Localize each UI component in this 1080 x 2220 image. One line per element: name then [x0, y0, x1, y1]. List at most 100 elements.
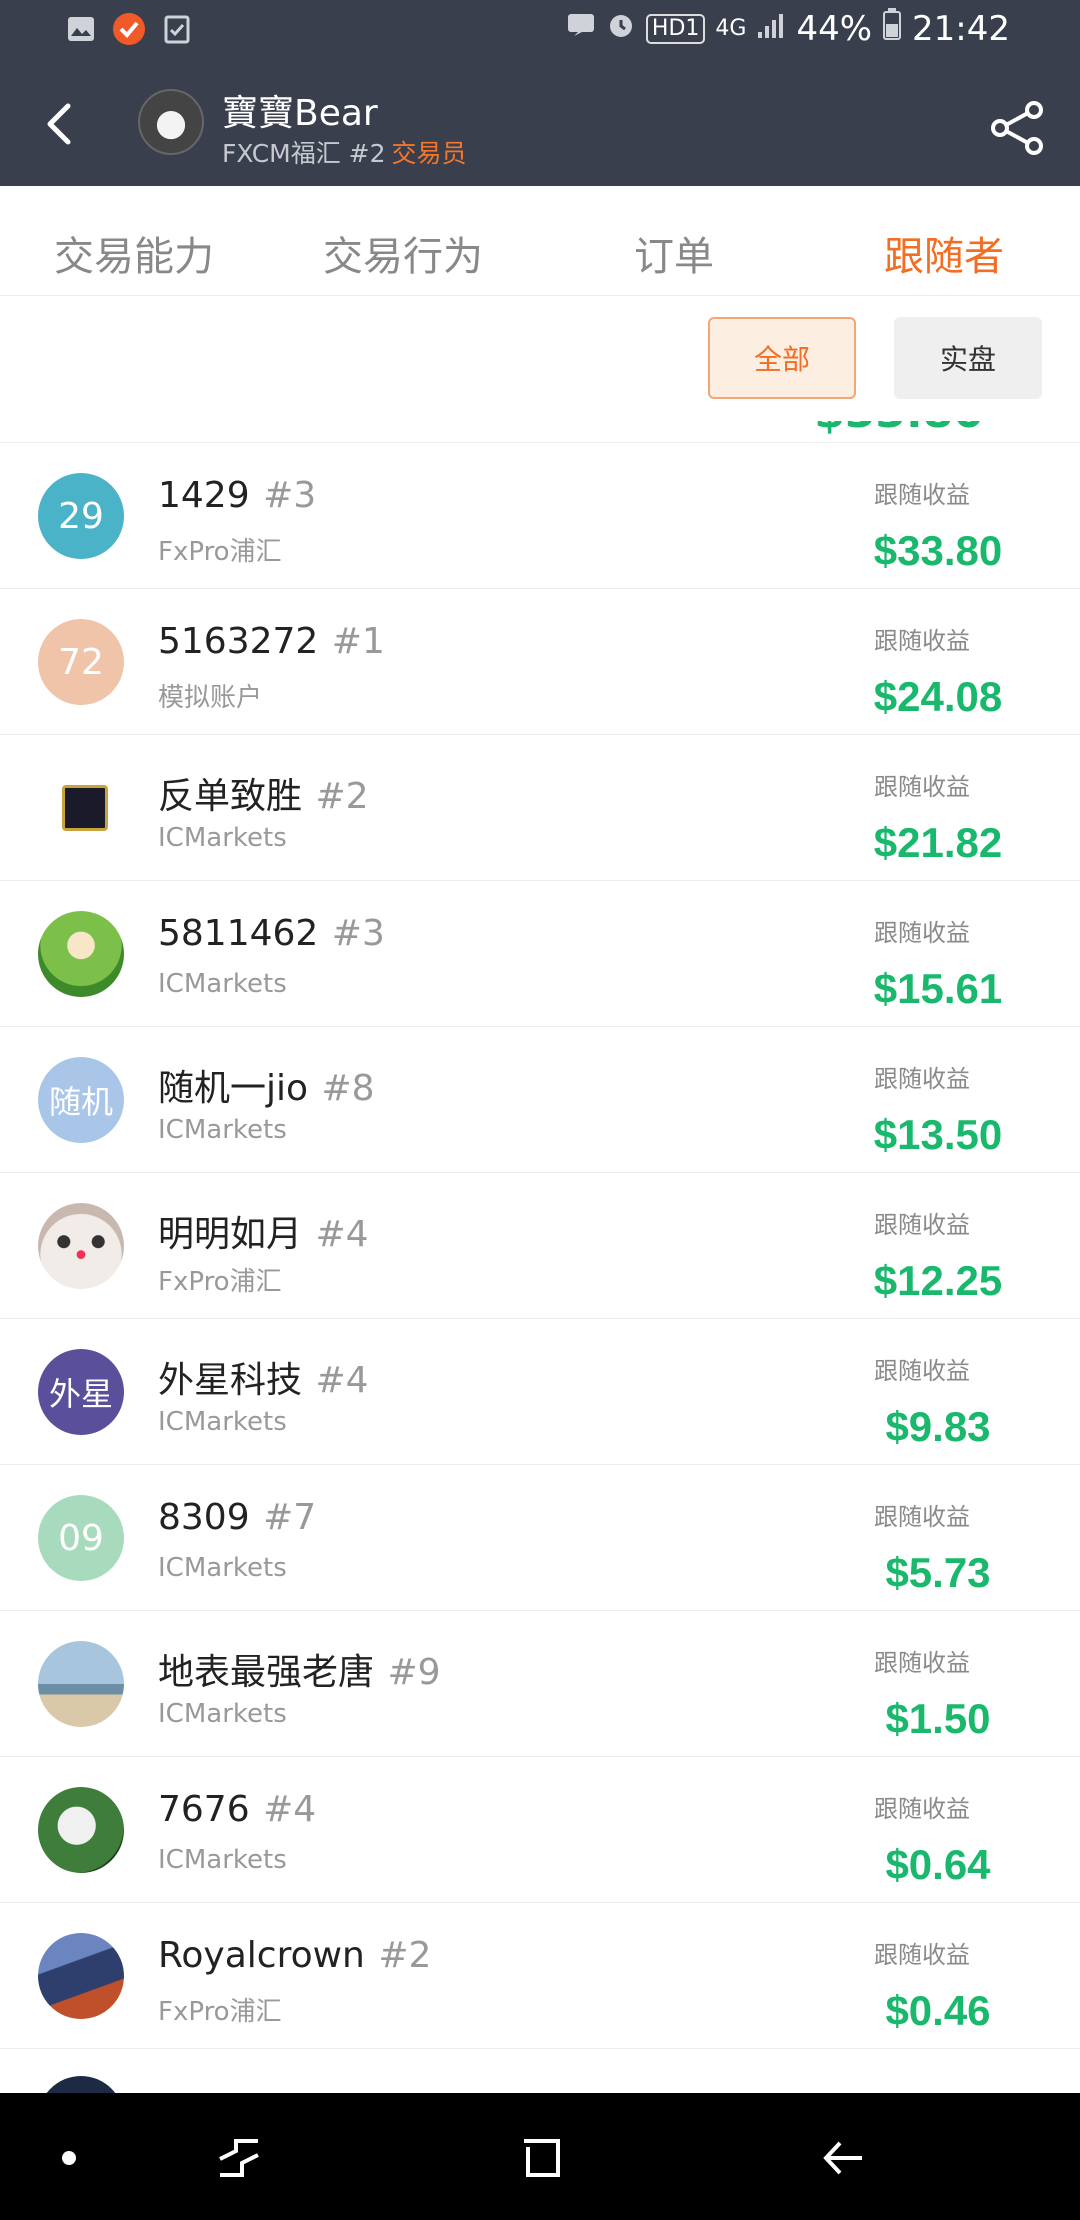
status-bar: HD1 4G 44% 21:42: [0, 0, 1080, 62]
list-item[interactable]: 5811462 #3 ICMarkets 跟随收益 $15.61: [0, 881, 1080, 1027]
nav-dot-button[interactable]: [34, 2123, 104, 2193]
follower-rank: #3: [263, 475, 317, 516]
avatar: [38, 1203, 124, 1289]
list-item[interactable]: 72 5163272 #1 模拟账户 跟随收益 $24.08: [0, 589, 1080, 735]
list-item[interactable]: 29 1429 #3 FxPro浦汇 跟随收益 $33.80: [0, 443, 1080, 589]
avatar: 09: [38, 1495, 124, 1581]
trader-role: 交易员: [391, 139, 467, 168]
follower-name: 反单致胜: [158, 776, 303, 817]
earning-value: $21.82: [873, 819, 1003, 866]
partial-earning: $33.80: [814, 421, 984, 438]
avatar: [38, 1641, 124, 1727]
list-item[interactable]: 反单致胜 #2 ICMarkets 跟随收益 $21.82: [0, 735, 1080, 881]
home-icon: [524, 2139, 560, 2177]
list-item[interactable]: 外星 外星科技 #4 ICMarkets 跟随收益 $9.83: [0, 1319, 1080, 1465]
follower-broker: ICMarkets: [158, 1115, 287, 1145]
back-arrow-icon: [823, 2141, 862, 2175]
follower-rank: #4: [263, 1789, 317, 1830]
follower-name: Royalcrown: [158, 1935, 365, 1976]
earning-label: 跟随收益: [874, 773, 970, 801]
tab-orders[interactable]: 订单: [634, 224, 714, 282]
network-type: 4G: [715, 16, 747, 41]
follower-name: 5163272: [158, 621, 319, 662]
earning-label: 跟随收益: [874, 1065, 970, 1093]
trader-avatar[interactable]: [138, 89, 204, 155]
avatar: 72: [38, 619, 124, 705]
earning-value: $9.83: [885, 1403, 991, 1450]
clipboard-check-icon: [160, 12, 194, 46]
filter-live-button[interactable]: 实盘: [894, 317, 1042, 399]
follower-broker: ICMarkets: [158, 1553, 287, 1583]
follower-broker: ICMarkets: [158, 823, 287, 853]
earning-label: 跟随收益: [874, 919, 970, 947]
app-header: 寶寶Bear FXCM福汇 #2 交易员: [0, 62, 1080, 186]
follower-rank: #7: [263, 1497, 317, 1538]
follower-rank: #2: [315, 776, 369, 817]
list-item[interactable]: 随机 随机一jio #8 ICMarkets 跟随收益 $13.50: [0, 1027, 1080, 1173]
hd-badge: HD1: [645, 13, 706, 44]
earning-label: 跟随收益: [874, 1357, 970, 1385]
follower-rank: #8: [321, 1068, 375, 1109]
earning-label: 跟随收益: [874, 1503, 970, 1531]
chevron-left-icon: [47, 103, 71, 145]
follower-rank: #4: [315, 1214, 369, 1255]
earning-value: $13.50: [873, 1111, 1003, 1158]
follower-rank: #9: [387, 1652, 441, 1693]
list-item-partial: [0, 2076, 1080, 2093]
follower-name: 随机一jio: [158, 1068, 309, 1109]
earning-value: $24.08: [873, 673, 1003, 720]
follower-broker: ICMarkets: [158, 1699, 287, 1729]
home-button[interactable]: [506, 2123, 576, 2193]
clock-time: 21:42: [912, 8, 1010, 49]
list-item[interactable]: Royalcrown #2 FxPro浦汇 跟随收益 $0.46: [0, 1903, 1080, 2049]
avatar: [38, 2076, 124, 2093]
follower-name: 外星科技: [158, 1360, 303, 1401]
task-app-icon: [112, 12, 146, 46]
follower-broker: 模拟账户: [158, 683, 263, 713]
avatar: 外星: [38, 1349, 124, 1435]
follower-broker: FxPro浦汇: [158, 1267, 282, 1297]
recent-apps-button[interactable]: [204, 2123, 274, 2193]
list-item-partial: $33.80: [0, 421, 1080, 443]
avatar: [62, 785, 108, 831]
gallery-icon: [64, 12, 98, 46]
list-item[interactable]: 7676 #4 ICMarkets 跟随收益 $0.64: [0, 1757, 1080, 1903]
tab-trading-ability[interactable]: 交易能力: [54, 224, 214, 282]
signal-icon: [756, 9, 786, 49]
follower-broker: ICMarkets: [158, 969, 287, 999]
share-button[interactable]: [988, 98, 1048, 158]
share-icon: [991, 101, 1043, 155]
follower-broker: FxPro浦汇: [158, 537, 282, 567]
dot-icon: [62, 2151, 76, 2165]
avatar: [38, 911, 124, 997]
back-nav-button[interactable]: [808, 2123, 878, 2193]
notification-icons: [64, 12, 194, 46]
earning-label: 跟随收益: [874, 627, 970, 655]
tab-trading-behavior[interactable]: 交易行为: [323, 224, 483, 282]
back-button[interactable]: [30, 92, 94, 156]
filter-bar: 全部 实盘: [0, 297, 1080, 421]
earning-label: 跟随收益: [874, 481, 970, 509]
battery-percent: 44%: [796, 8, 873, 49]
system-status: HD1 4G 44% 21:42: [566, 8, 1010, 49]
filter-all-button[interactable]: 全部: [708, 317, 856, 399]
earning-value: $12.25: [873, 1257, 1003, 1304]
trader-subtitle: FXCM福汇 #2 交易员: [222, 134, 467, 170]
alarm-icon: [606, 9, 636, 49]
follower-list[interactable]: $33.80 29 1429 #3 FxPro浦汇 跟随收益 $33.80 72…: [0, 421, 1080, 2093]
follower-broker: FxPro浦汇: [158, 1997, 282, 2027]
tab-followers[interactable]: 跟随者: [884, 224, 1004, 282]
earning-label: 跟随收益: [874, 1649, 970, 1677]
list-item[interactable]: 地表最强老唐 #9 ICMarkets 跟随收益 $1.50: [0, 1611, 1080, 1757]
avatar: [38, 1933, 124, 2019]
earning-value: $0.46: [885, 1987, 991, 2034]
earning-label: 跟随收益: [874, 1795, 970, 1823]
earning-value: $33.80: [873, 527, 1003, 574]
list-item[interactable]: 明明如月 #4 FxPro浦汇 跟随收益 $12.25: [0, 1173, 1080, 1319]
message-sync-icon: [566, 9, 596, 49]
follower-name: 地表最强老唐: [158, 1652, 375, 1693]
follower-name: 7676: [158, 1789, 250, 1830]
list-item[interactable]: 09 8309 #7 ICMarkets 跟随收益 $5.73: [0, 1465, 1080, 1611]
follower-rank: #4: [315, 1360, 369, 1401]
follower-name: 5811462: [158, 913, 319, 954]
